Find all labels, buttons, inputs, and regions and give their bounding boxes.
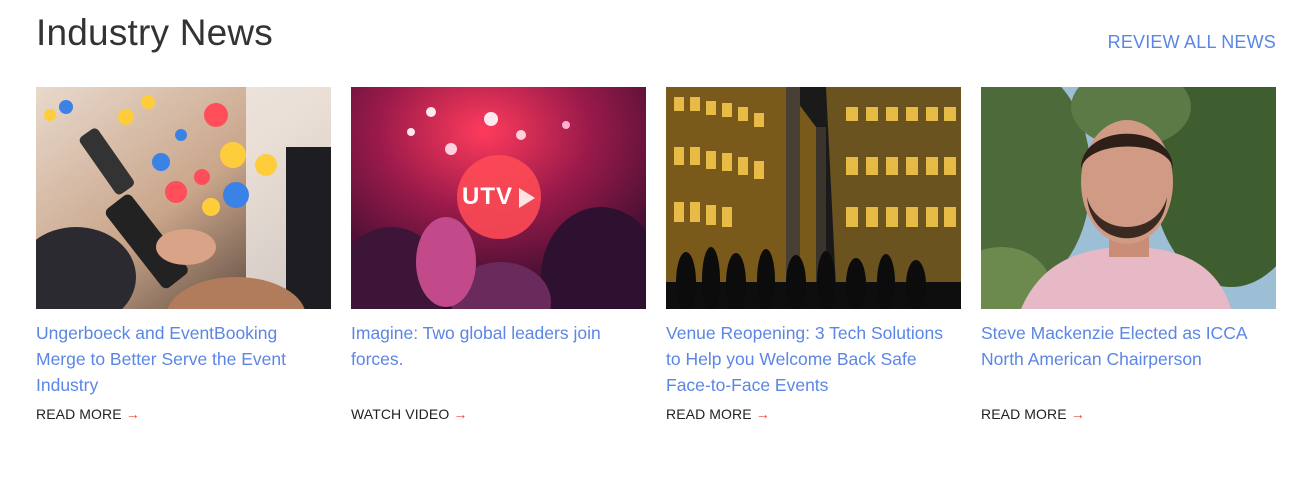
news-card-title[interactable]: Steve Mackenzie Elected as ICCA North Am… bbox=[981, 320, 1276, 398]
watch-video-link[interactable]: WATCH VIDEO → bbox=[351, 406, 467, 422]
news-card: Steve Mackenzie Elected as ICCA North Am… bbox=[981, 87, 1276, 424]
news-card-image-phone-reactions[interactable] bbox=[36, 87, 331, 309]
arrow-right-icon: → bbox=[755, 406, 770, 422]
section-title: Industry News bbox=[36, 12, 274, 53]
arrow-right-icon: → bbox=[125, 406, 140, 422]
news-card-title[interactable]: Imagine: Two global leaders join forces. bbox=[351, 320, 646, 398]
news-card: UTV Imagine: Two global leaders join for… bbox=[351, 87, 646, 424]
read-more-link[interactable]: READ MORE → bbox=[36, 406, 140, 422]
read-more-label: READ MORE bbox=[981, 406, 1067, 422]
watch-video-label: WATCH VIDEO bbox=[351, 406, 450, 422]
arrow-right-icon: → bbox=[453, 406, 468, 422]
news-card-title[interactable]: Venue Reopening: 3 Tech Solutions to Hel… bbox=[666, 320, 961, 398]
news-card: Venue Reopening: 3 Tech Solutions to Hel… bbox=[666, 87, 961, 424]
review-all-news-link[interactable]: REVIEW ALL NEWS bbox=[1108, 32, 1276, 53]
read-more-label: READ MORE bbox=[36, 406, 122, 422]
play-icon bbox=[519, 188, 535, 208]
news-card-image-venue[interactable] bbox=[666, 87, 961, 309]
read-more-link[interactable]: READ MORE → bbox=[981, 406, 1085, 422]
utv-overlay-label: UTV bbox=[462, 183, 513, 210]
news-card-image-portrait[interactable] bbox=[981, 87, 1276, 309]
read-more-label: READ MORE bbox=[666, 406, 752, 422]
news-card-image-video[interactable]: UTV bbox=[351, 87, 646, 309]
arrow-right-icon: → bbox=[1070, 406, 1085, 422]
news-card: Ungerboeck and EventBooking Merge to Bet… bbox=[36, 87, 331, 424]
news-cards: Ungerboeck and EventBooking Merge to Bet… bbox=[36, 87, 1276, 424]
news-card-title[interactable]: Ungerboeck and EventBooking Merge to Bet… bbox=[36, 320, 331, 398]
read-more-link[interactable]: READ MORE → bbox=[666, 406, 770, 422]
